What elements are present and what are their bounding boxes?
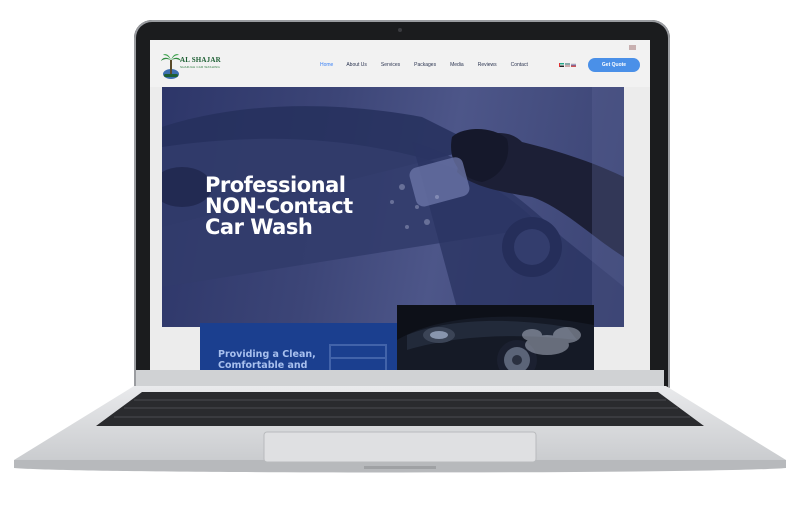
hero-title-line-2: NON-Contact bbox=[205, 194, 353, 218]
intro-box: Providing a Clean, Comfortable and bbox=[200, 323, 398, 370]
hero-title: Professional NON-Contact Car Wash bbox=[205, 175, 353, 238]
site-logo[interactable]: AL SHAJAR SHARJAH CAR WASHING bbox=[160, 50, 222, 82]
uk-flag-icon[interactable] bbox=[565, 63, 570, 67]
webcam-icon bbox=[398, 28, 402, 32]
get-quote-button[interactable]: Get Quote bbox=[588, 58, 640, 72]
intro-line-1: Providing a Clean, bbox=[218, 349, 316, 360]
intro-heading: Providing a Clean, Comfortable and bbox=[218, 349, 316, 370]
nav-reviews[interactable]: Reviews bbox=[478, 62, 497, 68]
car-photo bbox=[397, 305, 594, 370]
car-photo-image bbox=[397, 305, 594, 370]
laptop-mockup: AL SHAJAR SHARJAH CAR WASHING Home About… bbox=[0, 0, 800, 508]
hero-title-line-1: Professional bbox=[205, 173, 346, 197]
logo-title: AL SHAJAR bbox=[180, 56, 221, 64]
nav-home[interactable]: Home bbox=[320, 62, 333, 68]
logo-subtitle: SHARJAH CAR WASHING bbox=[180, 65, 221, 69]
hero-banner: Professional NON-Contact Car Wash bbox=[162, 87, 624, 327]
flag-icon[interactable] bbox=[629, 45, 636, 50]
nav-packages[interactable]: Packages bbox=[414, 62, 436, 68]
palm-tree-icon bbox=[161, 54, 181, 79]
site-header: AL SHAJAR SHARJAH CAR WASHING Home About… bbox=[150, 40, 650, 87]
intro-line-2: Comfortable and bbox=[218, 360, 308, 370]
nav-about-us[interactable]: About Us bbox=[346, 62, 367, 68]
ru-flag-icon[interactable] bbox=[571, 63, 576, 67]
nav-services[interactable]: Services bbox=[381, 62, 400, 68]
nav-contact[interactable]: Contact bbox=[511, 62, 528, 68]
nav-media[interactable]: Media bbox=[450, 62, 464, 68]
main-nav: Home About Us Services Packages Media Re… bbox=[320, 62, 528, 68]
decorative-pattern-icon bbox=[329, 344, 387, 370]
hero-title-line-3: Car Wash bbox=[205, 215, 313, 239]
laptop-keyboard-base bbox=[14, 386, 786, 473]
language-switcher[interactable] bbox=[559, 63, 576, 67]
laptop-screen: AL SHAJAR SHARJAH CAR WASHING Home About… bbox=[150, 40, 650, 370]
uae-flag-icon[interactable] bbox=[559, 63, 564, 67]
